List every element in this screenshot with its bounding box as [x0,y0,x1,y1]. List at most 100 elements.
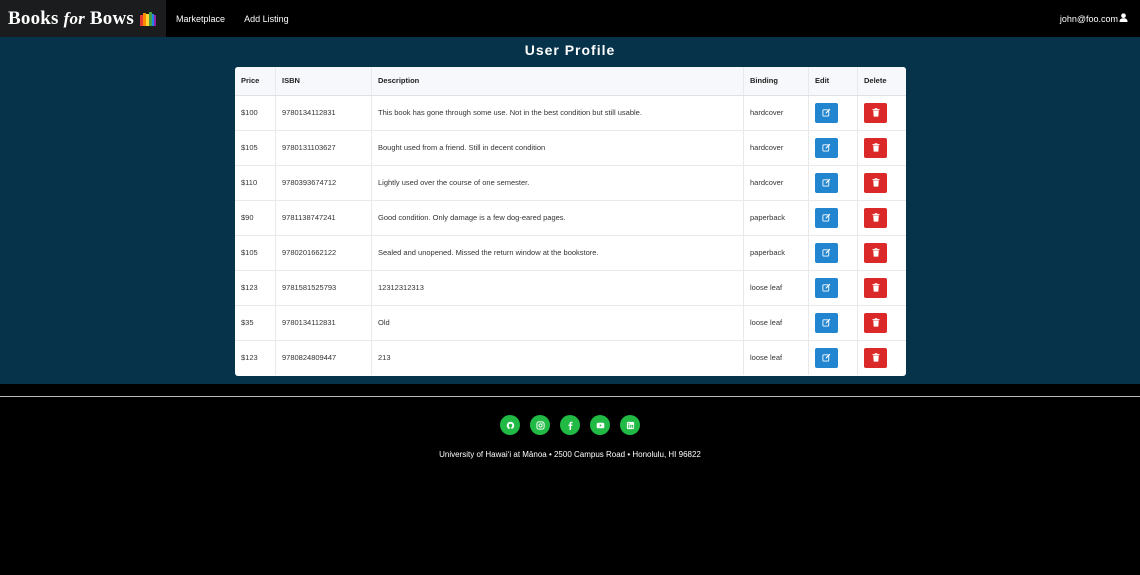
cell-delete [857,270,906,306]
delete-button[interactable] [864,277,887,298]
cell-binding: loose leaf [743,340,809,375]
cell-edit [808,95,858,131]
cell-binding: hardcover [743,95,809,131]
edit-icon [822,178,831,187]
brand-logo[interactable]: Books for Bows [0,0,167,37]
cell-price: $35 [235,305,276,341]
cell-edit [808,130,858,166]
edit-button[interactable] [815,347,838,368]
cell-isbn: 9780201662122 [275,235,372,271]
edit-button[interactable] [815,277,838,298]
edit-icon [822,248,831,257]
cell-delete [857,305,906,341]
cell-binding: hardcover [743,130,809,166]
edit-button[interactable] [815,172,838,193]
edit-button[interactable] [815,137,838,158]
header-binding: Binding [743,67,809,96]
linkedin-link[interactable] [620,415,640,435]
github-link[interactable] [500,415,520,435]
cell-description: This book has gone through some use. Not… [371,95,744,131]
cell-isbn: 9780393674712 [275,165,372,201]
cell-isbn: 9780134112831 [275,305,372,341]
table-row: $105 9780131103627 Bought used from a frie… [235,130,906,166]
cell-delete [857,340,906,375]
cell-price: $90 [235,200,276,236]
cell-description: Bought used from a friend. Still in dece… [371,130,744,166]
header-delete: Delete [857,67,906,96]
cell-binding: paperback [743,200,809,236]
table-row: $35 9780134112831 Old loose leaf [235,305,906,341]
books-icon [140,11,157,26]
nav-marketplace[interactable]: Marketplace [176,14,225,24]
linkedin-icon [626,421,634,429]
edit-button[interactable] [815,102,838,123]
delete-button[interactable] [864,172,887,193]
cell-edit [808,200,858,236]
cell-isbn: 9781581525793 [275,270,372,306]
delete-button[interactable] [864,242,887,263]
cell-price: $110 [235,165,276,201]
page-title: User Profile [524,42,616,58]
user-menu[interactable]: john@foo.com [1060,0,1128,37]
cell-price: $123 [241,353,258,363]
header-edit: Edit [808,67,858,96]
table-row: $100 9780134112831 This book has gone thro… [235,95,906,131]
cell-price: $123 [235,270,276,306]
header-isbn: ISBN [275,67,372,96]
brand-name[interactable]: Books for Bows [8,8,134,30]
cell-isbn: 9780131103627 [275,130,372,166]
cell-price: $105 [235,235,276,271]
trash-icon [871,283,880,292]
edit-icon [822,318,831,327]
facebook-icon [567,421,573,430]
instagram-icon [535,420,545,430]
edit-button[interactable] [815,312,838,333]
nav-add-listing[interactable]: Add Listing [244,14,289,24]
cell-delete [857,165,906,201]
edit-icon [822,283,831,292]
edit-button[interactable] [815,207,838,228]
user-email: john@foo.com [1059,13,1118,24]
top-navbar: Books for Bows Marketplace Add Listing j… [0,0,1140,37]
youtube-icon [596,422,604,428]
header-price: Price [235,67,276,96]
cell-binding: loose leaf [743,305,809,341]
main-content: User Profile Price ISBN Description Bind… [0,37,1140,384]
listings-table-card: Price ISBN Description Binding Edit Dele… [235,67,906,376]
trash-icon [871,108,880,117]
edit-icon [822,108,831,117]
listings-table: Price ISBN Description Binding Edit Dele… [235,67,906,375]
table-row: $105 9780201662122 Sealed and unopened. Mi… [235,235,906,271]
github-icon [506,421,514,430]
delete-button[interactable] [864,137,887,158]
cell-description: Good condition. Only damage is a few dog… [371,200,744,236]
cell-binding: paperback [743,235,809,271]
cell-edit [808,165,858,201]
edit-icon [822,143,831,152]
table-header-row: Price ISBN Description Binding Edit Dele… [235,67,906,96]
cell-binding: hardcover [743,165,809,201]
cell-description: Sealed and unopened. Missed the return w… [371,235,744,271]
delete-button[interactable] [864,312,887,333]
delete-button[interactable] [864,102,887,123]
youtube-link[interactable] [590,415,610,435]
edit-button[interactable] [815,242,838,263]
table-row: $123 9781581525793 12312312313 loose leaf [235,270,906,306]
cell-price: $105 [235,130,276,166]
cell-edit [808,270,858,306]
delete-button[interactable] [864,347,887,368]
table-row: $90 9781138747241 Good condition. Only dam… [235,200,906,236]
cell-delete [857,130,906,166]
table-row: $110 9780393674712 Lightly used over the c… [235,165,906,201]
instagram-link[interactable] [530,415,550,435]
cell-price: $100 [235,95,276,131]
footer: University of Hawai‘i at Mānoa • 2500 Ca… [0,397,1140,575]
cell-delete [857,95,906,131]
cell-description: Old [371,305,744,341]
cell-description: 213 [371,340,744,375]
trash-icon [871,318,880,327]
trash-icon [871,353,880,362]
facebook-link[interactable] [560,415,580,435]
delete-button[interactable] [864,207,887,228]
cell-edit [808,340,858,375]
